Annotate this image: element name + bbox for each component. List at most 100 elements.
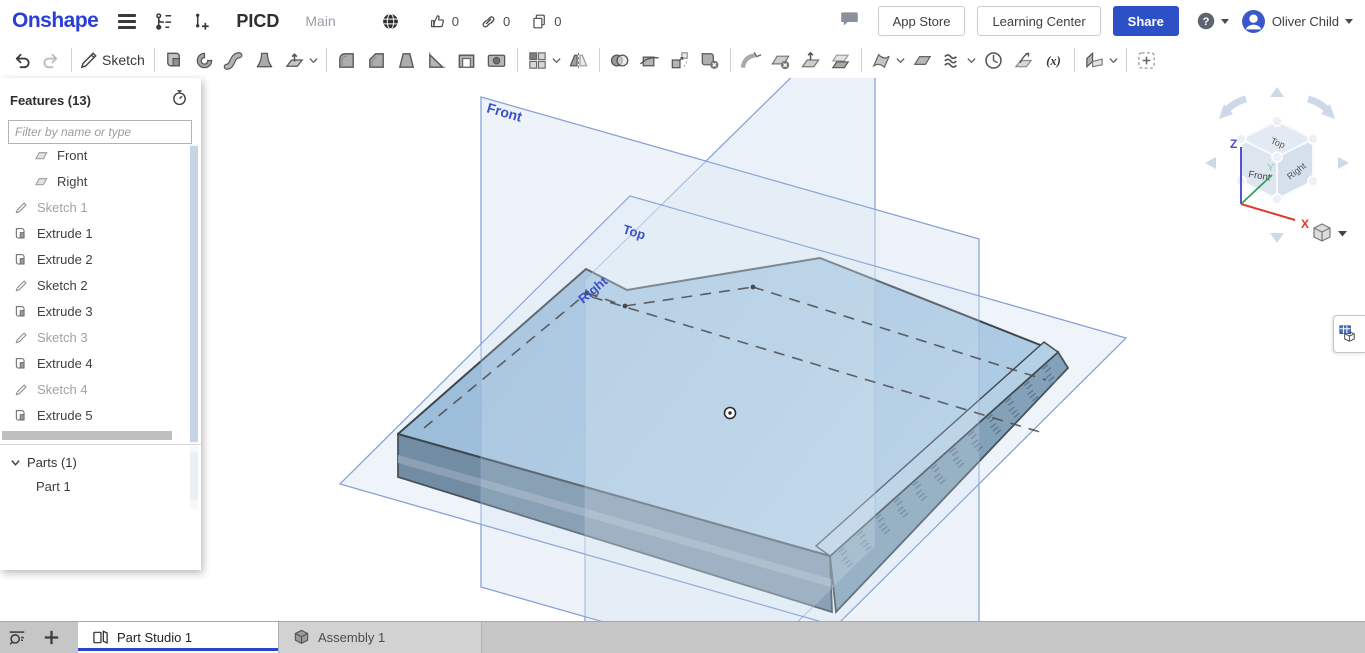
feature-item[interactable]: Sketch 4 xyxy=(0,376,189,402)
chevron-down-icon[interactable] xyxy=(551,55,562,66)
workspace-name[interactable]: Main xyxy=(305,13,335,29)
feature-item[interactable]: Sketch 1 xyxy=(0,194,189,220)
delete-face-button[interactable] xyxy=(766,45,796,75)
fillet-icon xyxy=(335,49,358,72)
feature-item[interactable]: Extrude 2 xyxy=(0,246,189,272)
rib-button[interactable] xyxy=(422,45,452,75)
parts-scrollbar[interactable] xyxy=(190,452,198,500)
feature-item[interactable]: Extrude 5 xyxy=(0,402,189,428)
feature-item[interactable]: Sketch 2 xyxy=(0,272,189,298)
chamfer-button[interactable] xyxy=(362,45,392,75)
loft-icon xyxy=(253,49,276,72)
shell-button[interactable] xyxy=(452,45,482,75)
parts-section-header[interactable]: Parts (1) xyxy=(0,450,201,474)
graphics-viewport[interactable]: Front Top Right xyxy=(0,78,1365,622)
user-menu[interactable]: Oliver Child xyxy=(1241,9,1353,34)
links-stat[interactable]: 0 xyxy=(479,12,510,31)
surface-button[interactable] xyxy=(867,45,897,75)
curve-button[interactable] xyxy=(938,45,968,75)
projected-curve-icon xyxy=(1012,49,1035,72)
feature-item[interactable]: Extrude 4 xyxy=(0,350,189,376)
app-store-button[interactable]: App Store xyxy=(878,6,966,36)
public-globe-icon[interactable] xyxy=(380,10,402,32)
feedback-chat-icon[interactable] xyxy=(839,8,860,34)
extrude-icon xyxy=(14,304,29,319)
feature-label: Extrude 1 xyxy=(37,226,93,241)
toolbar-separator xyxy=(326,48,327,72)
loft-button[interactable] xyxy=(250,45,280,75)
chevron-down-icon[interactable] xyxy=(966,55,977,66)
linear-pattern-button[interactable] xyxy=(523,45,553,75)
toolbar-separator xyxy=(599,48,600,72)
split-button[interactable] xyxy=(635,45,665,75)
feature-item[interactable]: Extrude 3 xyxy=(0,298,189,324)
mirror-button[interactable] xyxy=(564,45,594,75)
variable-icon: (x) xyxy=(1042,49,1065,72)
tab-part-studio-1[interactable]: Part Studio 1 xyxy=(78,622,278,653)
variable-button[interactable]: (x) xyxy=(1039,45,1069,75)
regenerate-stopwatch-icon[interactable] xyxy=(170,88,189,112)
branch-create-icon[interactable] xyxy=(190,10,212,32)
likes-stat[interactable]: 0 xyxy=(428,12,459,31)
custom-feature-button[interactable] xyxy=(1132,45,1162,75)
undo-icon xyxy=(10,49,33,72)
copies-stat[interactable]: 0 xyxy=(530,12,561,31)
transform-button[interactable] xyxy=(665,45,695,75)
move-face-button[interactable] xyxy=(796,45,826,75)
chevron-down-icon xyxy=(1221,19,1229,24)
feature-filter-input[interactable] xyxy=(8,120,192,144)
feature-label: Extrude 4 xyxy=(37,356,93,371)
origin-marker[interactable] xyxy=(725,408,736,419)
part-list-item[interactable]: Part 1 xyxy=(0,474,201,498)
document-title[interactable]: PICD xyxy=(236,11,279,32)
view-cube[interactable]: Top Front Right Z Y X xyxy=(1205,87,1349,243)
helix-button[interactable] xyxy=(979,45,1009,75)
sheet-metal-button[interactable] xyxy=(1080,45,1110,75)
chevron-down-icon[interactable] xyxy=(1108,55,1119,66)
learning-center-button[interactable]: Learning Center xyxy=(977,6,1100,36)
boolean-button[interactable] xyxy=(605,45,635,75)
mirror-icon xyxy=(567,49,590,72)
redo-button[interactable] xyxy=(36,45,66,75)
tab-label: Assembly 1 xyxy=(318,630,385,645)
sketch-pencil-button[interactable]: Sketch xyxy=(77,45,149,75)
fillet-button[interactable] xyxy=(332,45,362,75)
extrude-icon xyxy=(14,252,29,267)
chevron-down-icon[interactable] xyxy=(895,55,906,66)
main-menu-icon[interactable] xyxy=(118,14,136,29)
revolve-button[interactable] xyxy=(190,45,220,75)
share-button[interactable]: Share xyxy=(1113,6,1179,36)
tab-assembly-1[interactable]: Assembly 1 xyxy=(278,622,482,653)
delete-face-icon xyxy=(769,49,792,72)
modify-fillet-button[interactable] xyxy=(736,45,766,75)
draft-button[interactable] xyxy=(392,45,422,75)
view-options-button[interactable] xyxy=(1314,224,1347,241)
undo-button[interactable] xyxy=(6,45,36,75)
feature-list-hscrollbar[interactable] xyxy=(2,431,188,440)
onshape-logo[interactable]: Onshape xyxy=(12,9,98,33)
thicken-button[interactable] xyxy=(280,45,310,75)
feature-item[interactable]: Front xyxy=(0,142,189,168)
insert-new-tab-button[interactable] xyxy=(34,622,68,653)
helix-icon xyxy=(982,49,1005,72)
chevron-down-icon[interactable] xyxy=(308,55,319,66)
help-menu[interactable]: ? xyxy=(1195,10,1229,32)
extrude-button[interactable] xyxy=(160,45,190,75)
feature-item[interactable]: Extrude 1 xyxy=(0,220,189,246)
feature-item[interactable]: Right xyxy=(0,168,189,194)
versions-icon[interactable] xyxy=(152,10,174,32)
plane-button[interactable] xyxy=(908,45,938,75)
sketch-icon xyxy=(14,382,29,397)
projected-curve-button[interactable] xyxy=(1009,45,1039,75)
hole-button[interactable] xyxy=(482,45,512,75)
sweep-button[interactable] xyxy=(220,45,250,75)
linear-pattern-icon xyxy=(526,49,549,72)
delete-part-button[interactable] xyxy=(695,45,725,75)
panel-divider xyxy=(0,444,201,445)
feature-item[interactable]: Sketch 3 xyxy=(0,324,189,350)
document-stats: 0 0 0 xyxy=(428,12,576,31)
view-spin-arrows[interactable] xyxy=(1224,99,1330,113)
replace-face-button[interactable] xyxy=(826,45,856,75)
manage-tabs-button[interactable] xyxy=(0,622,34,653)
insertables-flyout-tab[interactable] xyxy=(1333,315,1365,353)
